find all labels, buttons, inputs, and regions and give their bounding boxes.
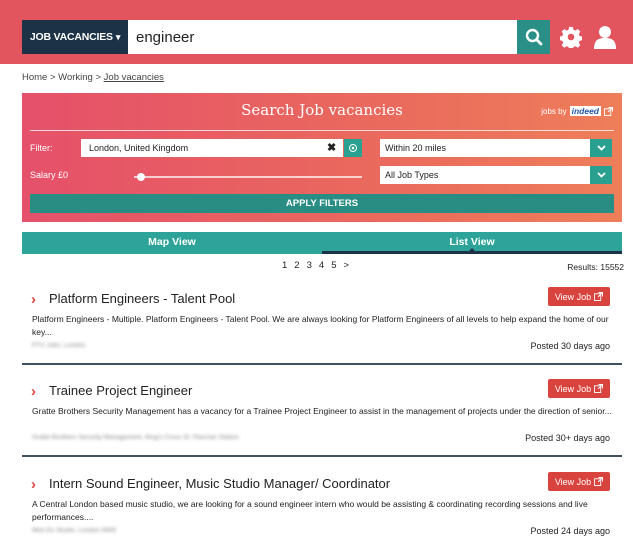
- page-link[interactable]: 5: [331, 260, 336, 271]
- panel-divider: [30, 130, 614, 131]
- target-icon: [349, 144, 357, 152]
- results-count: Results: 15552: [567, 262, 624, 272]
- breadcrumb: Home > Working > Job vacancies: [22, 72, 164, 83]
- external-link-icon: [594, 292, 604, 301]
- chevron-right-icon: ›: [31, 383, 36, 400]
- page-link[interactable]: 4: [319, 260, 324, 271]
- filter-label: Filter:: [30, 143, 53, 153]
- chevron-down-icon: [590, 166, 612, 184]
- external-link-icon: [594, 384, 604, 393]
- distance-value: Within 20 miles: [385, 143, 447, 153]
- next-page-link[interactable]: >: [343, 260, 349, 271]
- page-link[interactable]: 1: [282, 260, 287, 271]
- breadcrumb-job-vacancies[interactable]: Job vacancies: [104, 72, 164, 83]
- pagination: 1 2 3 4 5 >: [282, 260, 349, 271]
- search-field-wrapper: [128, 20, 517, 54]
- gear-icon[interactable]: [560, 26, 582, 48]
- chevron-right-icon: ›: [31, 291, 36, 308]
- search-icon: [525, 28, 542, 46]
- job-company: Gratte Brothers Security Management, Kin…: [32, 434, 239, 441]
- search-button[interactable]: [517, 20, 550, 54]
- job-description: A Central London based music studio, we …: [32, 499, 588, 522]
- job-posted-date: Posted 30+ days ago: [525, 433, 610, 443]
- job-company: PTV Jobs, London: [32, 342, 86, 349]
- external-link-icon: [594, 477, 604, 486]
- view-tabs: Map View List View: [22, 232, 622, 254]
- view-job-label: View Job: [554, 383, 592, 394]
- breadcrumb-working[interactable]: Working: [58, 72, 93, 83]
- external-link-icon: [604, 106, 613, 116]
- chevron-right-icon: ›: [31, 476, 36, 493]
- job-description: Platform Engineers - Multiple. Platform …: [32, 314, 609, 337]
- breadcrumb-home[interactable]: Home: [22, 72, 47, 83]
- breadcrumb-separator: >: [92, 72, 104, 83]
- search-panel: Search Job vacancies jobs by indeed Filt…: [22, 93, 622, 222]
- search-input[interactable]: [136, 28, 517, 46]
- breadcrumb-separator: >: [47, 72, 59, 83]
- top-bar: JOB VACANCIES ▾: [0, 0, 633, 64]
- indeed-logo: indeed: [569, 106, 601, 116]
- view-job-button[interactable]: View Job: [548, 472, 610, 491]
- job-type-value: All Job Types: [385, 170, 439, 180]
- job-title[interactable]: Platform Engineers - Talent Pool: [49, 291, 235, 306]
- salary-label: Salary £0: [30, 170, 69, 180]
- view-job-button[interactable]: View Job: [548, 287, 610, 306]
- locate-me-button[interactable]: [344, 139, 362, 157]
- user-icon[interactable]: [594, 25, 616, 49]
- job-description: Gratte Brothers Security Management has …: [32, 406, 612, 416]
- page-link[interactable]: 3: [307, 260, 312, 271]
- job-posted-date: Posted 30 days ago: [530, 341, 610, 351]
- job-title[interactable]: Trainee Project Engineer: [49, 383, 192, 398]
- location-input[interactable]: London, United Kingdom: [81, 139, 343, 157]
- tab-list-view[interactable]: List View: [322, 232, 622, 254]
- distance-select[interactable]: Within 20 miles: [380, 139, 612, 157]
- job-vacancies-menu-button[interactable]: JOB VACANCIES ▾: [22, 20, 128, 54]
- page-link[interactable]: 2: [294, 260, 299, 271]
- job-vacancies-menu-label: JOB VACANCIES: [29, 31, 113, 43]
- job-posted-date: Posted 24 days ago: [530, 526, 610, 536]
- salary-slider-track[interactable]: [134, 176, 362, 178]
- view-job-button[interactable]: View Job: [548, 379, 610, 398]
- chevron-down-icon: ▾: [115, 31, 121, 42]
- salary-slider-handle[interactable]: [137, 173, 145, 181]
- listing-divider: [22, 363, 622, 365]
- chevron-down-icon: [590, 139, 612, 157]
- job-type-select[interactable]: All Job Types: [380, 166, 612, 184]
- job-title[interactable]: Intern Sound Engineer, Music Studio Mana…: [49, 476, 390, 491]
- apply-filters-button[interactable]: APPLY FILTERS: [30, 194, 614, 213]
- view-job-label: View Job: [554, 291, 592, 302]
- listing-divider: [22, 455, 622, 457]
- powered-prefix: jobs by: [541, 106, 567, 116]
- clear-location-icon[interactable]: ✖: [327, 141, 336, 154]
- view-job-label: View Job: [554, 476, 592, 487]
- panel-title: Search Job vacancies: [241, 101, 403, 119]
- powered-by-indeed[interactable]: jobs by indeed: [541, 106, 613, 116]
- job-company: Mint Du Studio, London NW6: [32, 527, 117, 534]
- location-value: London, United Kingdom: [89, 143, 189, 153]
- tab-map-view[interactable]: Map View: [22, 232, 322, 254]
